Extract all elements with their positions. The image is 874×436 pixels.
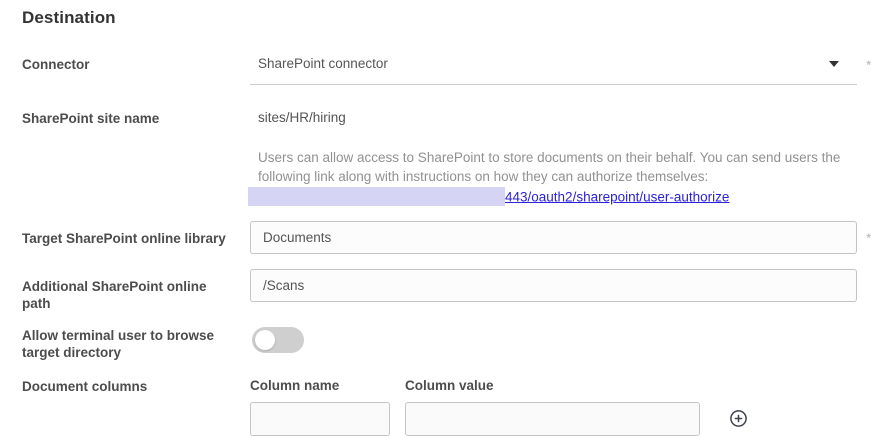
required-asterisk: * [866, 231, 871, 245]
user-authorize-link[interactable]: 443/oauth2/sharepoint/user-authorize [505, 189, 729, 204]
column-name-header: Column name [250, 378, 390, 393]
allow-browse-row: Allow terminal user to browse target dir… [22, 327, 857, 361]
connector-select[interactable]: SharePoint connector [250, 56, 857, 85]
authorize-link-line: 443/oauth2/sharepoint/user-authorize [250, 187, 857, 206]
destination-form: Destination Connector SharePoint connect… [0, 0, 874, 436]
authorize-note-text: Users can allow access to SharePoint to … [250, 148, 857, 186]
page-title: Destination [22, 8, 857, 28]
target-library-input[interactable] [250, 221, 857, 254]
allow-browse-toggle[interactable] [252, 327, 304, 353]
authorize-note-row: Users can allow access to SharePoint to … [22, 148, 857, 206]
site-name-value: sites/HR/hiring [250, 110, 857, 125]
site-name-row: SharePoint site name sites/HR/hiring [22, 110, 857, 127]
allow-browse-label: Allow terminal user to browse target dir… [22, 327, 250, 361]
document-columns-editor: Column name Column value [250, 378, 857, 436]
required-asterisk: * [866, 58, 871, 72]
additional-path-label: Additional SharePoint online path [22, 269, 250, 312]
add-column-button[interactable] [729, 409, 748, 428]
connector-selected-value: SharePoint connector [258, 56, 388, 71]
target-library-label: Target SharePoint online library [22, 221, 250, 247]
document-columns-row: Document columns Column name Column valu… [22, 378, 857, 436]
column-name-input[interactable] [250, 402, 390, 436]
connector-row: Connector SharePoint connector * [22, 56, 857, 85]
column-value-input[interactable] [405, 402, 700, 436]
chevron-down-icon [829, 61, 839, 67]
plus-circle-icon [729, 409, 748, 428]
additional-path-row: Additional SharePoint online path [22, 269, 857, 312]
toggle-knob [255, 330, 275, 350]
column-value-header: Column value [405, 378, 700, 393]
site-name-label: SharePoint site name [22, 110, 250, 127]
target-library-row: Target SharePoint online library * [22, 221, 857, 254]
document-columns-label: Document columns [22, 378, 250, 395]
additional-path-input[interactable] [250, 269, 857, 302]
redacted-host-highlight [248, 187, 505, 206]
connector-label: Connector [22, 56, 250, 73]
